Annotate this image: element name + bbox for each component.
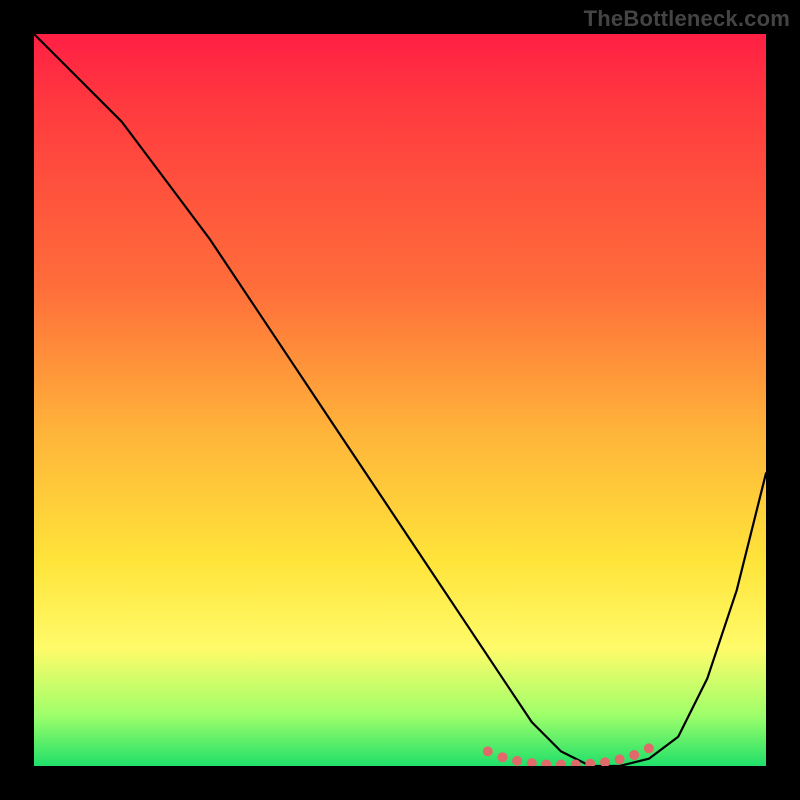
marker-dot <box>556 760 566 767</box>
plot-area <box>34 34 766 766</box>
bottleneck-curve <box>34 34 766 766</box>
marker-dot <box>571 760 581 767</box>
chart-frame: TheBottleneck.com <box>0 0 800 800</box>
marker-dot <box>585 759 595 766</box>
marker-dot <box>615 754 625 764</box>
optimal-range-markers <box>483 743 654 766</box>
marker-dot <box>483 746 493 756</box>
marker-dot <box>600 757 610 766</box>
marker-dot <box>498 752 508 762</box>
marker-dot <box>512 756 522 766</box>
marker-dot <box>629 750 639 760</box>
marker-dot <box>527 758 537 766</box>
watermark-text: TheBottleneck.com <box>584 6 790 32</box>
marker-dot <box>541 760 551 767</box>
marker-dot <box>644 743 654 753</box>
curve-svg <box>34 34 766 766</box>
